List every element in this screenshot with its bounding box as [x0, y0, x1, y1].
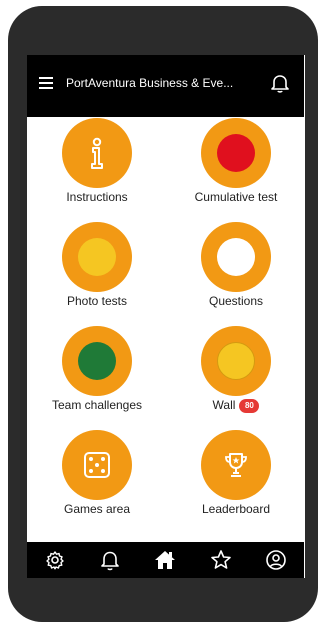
- notifications-bell-icon[interactable]: [271, 73, 289, 93]
- tile-label: Instructions: [66, 190, 128, 204]
- profile-icon[interactable]: [265, 549, 287, 571]
- bottom-navigation: [27, 542, 304, 578]
- info-icon: [62, 118, 132, 188]
- tile-label: Photo tests: [66, 294, 128, 308]
- tile-instructions[interactable]: Instructions: [32, 118, 162, 218]
- wall-label: Wall: [212, 398, 236, 412]
- dice-icon: [62, 430, 132, 500]
- top-bar: PortAventura Business & Eve...: [27, 55, 304, 117]
- yellow-dot-icon: [78, 238, 116, 276]
- app-screen: PortAventura Business & Eve... Instructi…: [27, 55, 305, 578]
- tile-label: Wall 80: [171, 398, 301, 413]
- yellow-dot-icon: [217, 342, 255, 380]
- menu-icon[interactable]: [39, 77, 53, 89]
- tile-questions[interactable]: Questions: [171, 222, 301, 322]
- tile-photo-tests[interactable]: Photo tests: [32, 222, 162, 322]
- star-icon[interactable]: [210, 549, 232, 571]
- tile-grid: Instructions Cumulative test Photo tests…: [27, 117, 304, 542]
- bell-icon[interactable]: [99, 549, 121, 571]
- white-dot-icon: [217, 238, 255, 276]
- trophy-icon: [201, 430, 271, 500]
- red-dot-icon: [217, 134, 255, 172]
- tile-label: Questions: [208, 294, 264, 308]
- tile-label: Leaderboard: [201, 502, 271, 516]
- wall-count-badge: 80: [239, 399, 260, 413]
- app-title: PortAventura Business & Eve...: [66, 76, 234, 90]
- settings-icon[interactable]: [44, 549, 66, 571]
- tile-leaderboard[interactable]: Leaderboard: [171, 430, 301, 530]
- tile-label: Games area: [63, 502, 131, 516]
- tile-wall[interactable]: Wall 80: [171, 326, 301, 426]
- home-icon[interactable]: [154, 549, 176, 571]
- tile-games-area[interactable]: Games area: [32, 430, 162, 530]
- green-dot-icon: [78, 342, 116, 380]
- tile-label: Cumulative test: [194, 190, 278, 204]
- tile-label: Team challenges: [51, 398, 143, 412]
- tile-team-challenges[interactable]: Team challenges: [32, 326, 162, 426]
- tile-cumulative-test[interactable]: Cumulative test: [171, 118, 301, 218]
